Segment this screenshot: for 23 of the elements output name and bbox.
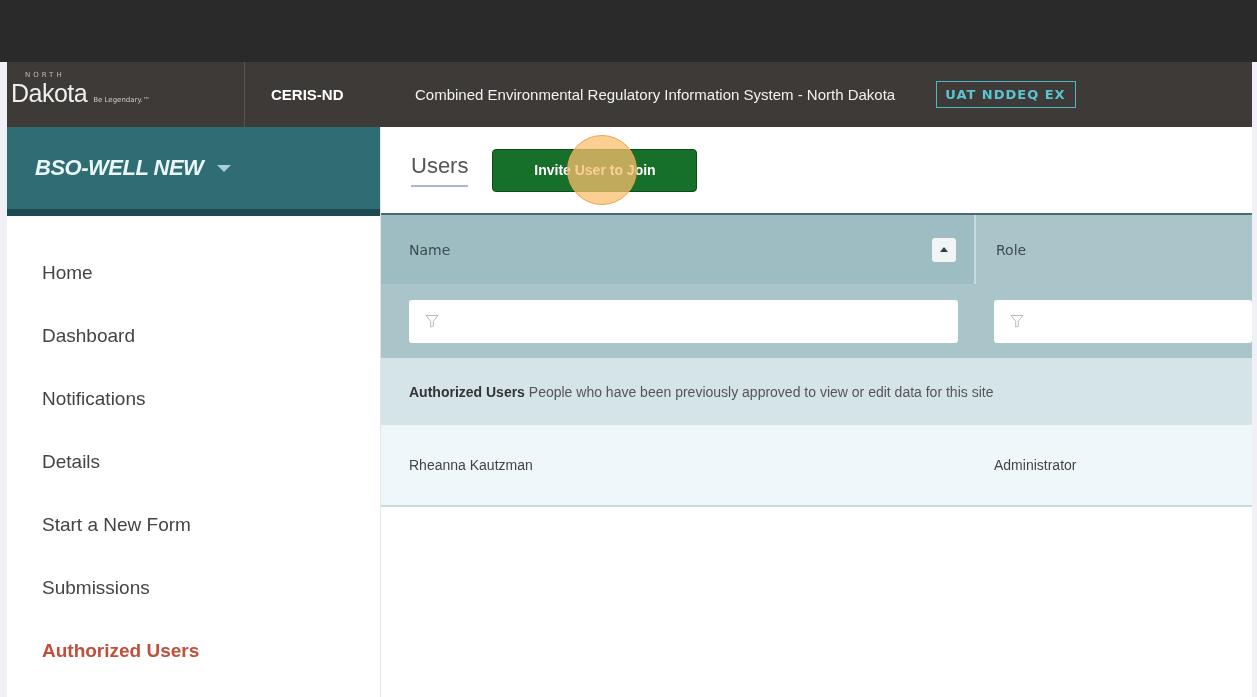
environment-badge: UAT NDDEQ EX (936, 81, 1077, 108)
column-header[interactable]: Name (381, 215, 974, 284)
filter-icon (425, 314, 439, 328)
table-cell: Rheanna Kautzman (409, 457, 533, 473)
sidebar-item[interactable]: Start a New Form (7, 508, 380, 571)
filter-icon (1010, 314, 1024, 328)
table-cell: Administrator (994, 457, 1077, 473)
sidebar-item[interactable]: Notifications (7, 382, 380, 445)
group-description: Authorized Users People who have been previously approved to view or edit data for this site (409, 383, 994, 400)
column-header[interactable]: Role (974, 215, 1252, 284)
sidebar-item[interactable]: Dashboard (7, 319, 380, 382)
sidebar-item[interactable]: Submissions (7, 571, 380, 634)
site-selector[interactable]: BSO-WELL NEW (7, 127, 380, 216)
caret-icon (217, 164, 232, 172)
filter-field[interactable] (409, 299, 958, 343)
sidebar-item[interactable]: Details (7, 445, 380, 508)
sidebar-item[interactable]: Home (7, 256, 380, 319)
users-tab[interactable]: Users (411, 153, 469, 187)
sort-button[interactable] (932, 237, 956, 262)
sidebar-item[interactable]: Authorized Users (7, 634, 380, 697)
app-name: CERIS-ND (270, 86, 345, 103)
app-title: Combined Environmental Regulatory Information System - North Dakota (415, 86, 896, 103)
filter-field[interactable] (994, 299, 1252, 343)
